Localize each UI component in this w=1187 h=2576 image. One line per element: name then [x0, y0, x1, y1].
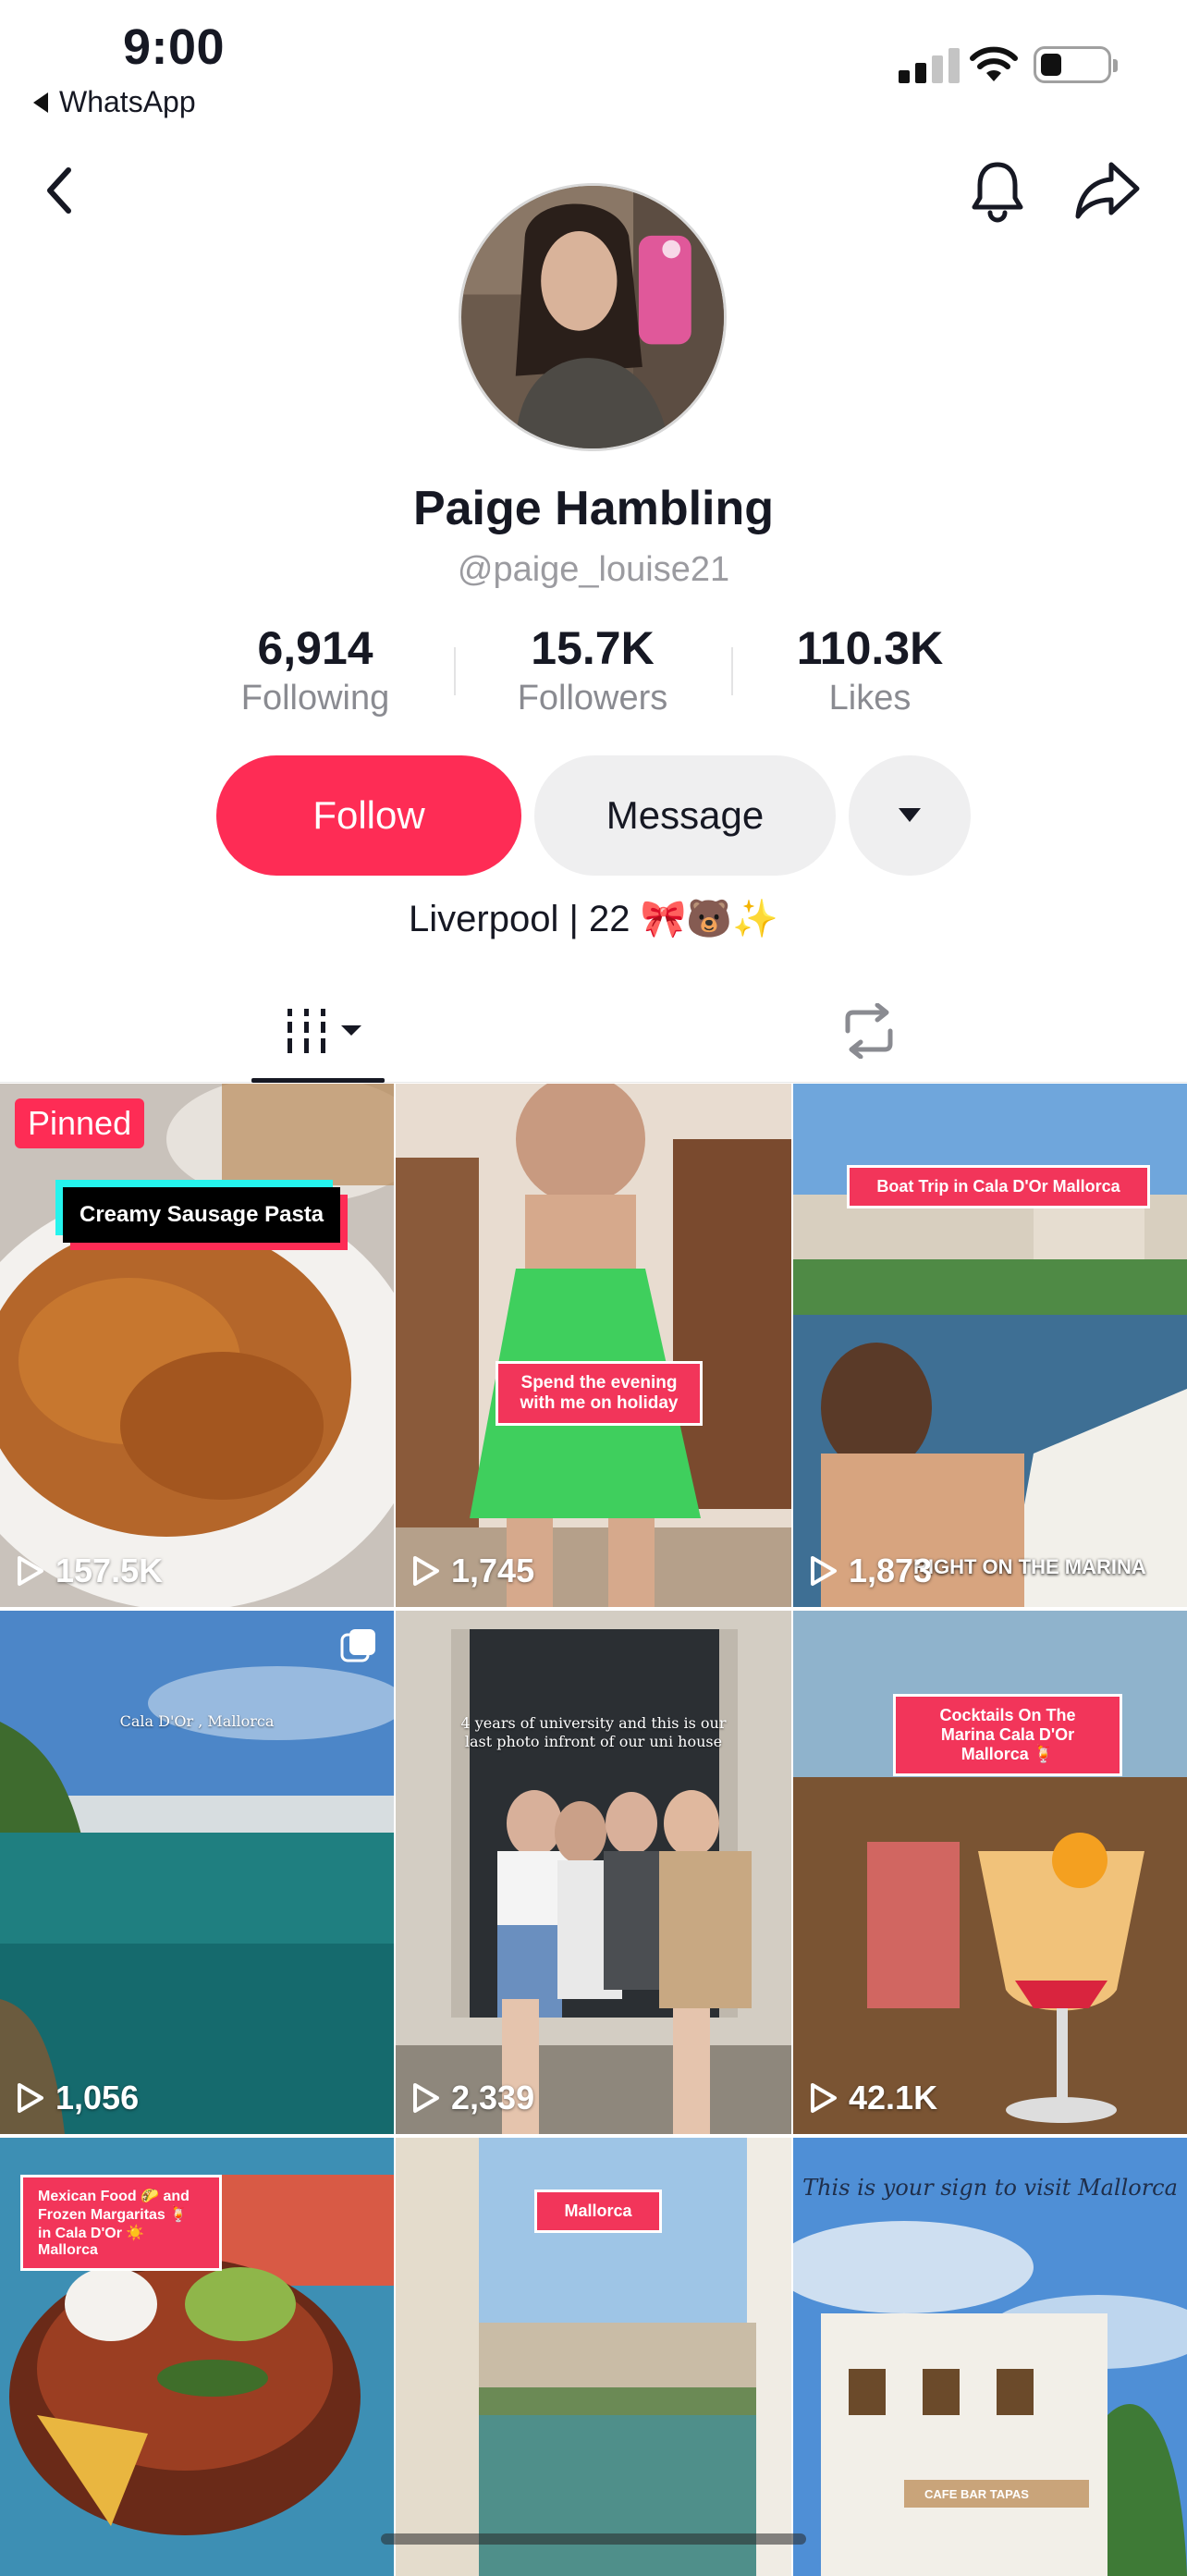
- video-caption: Mallorca: [534, 2190, 662, 2233]
- tabs-divider: [0, 1082, 1187, 1083]
- video-thumbnail[interactable]: 4 years of university and this is our la…: [396, 1611, 791, 2134]
- back-to-app-link[interactable]: WhatsApp: [33, 85, 196, 119]
- following-count: 6,914: [257, 622, 373, 674]
- stat-following[interactable]: 6,914 Following: [204, 621, 426, 718]
- home-indicator: [381, 2533, 806, 2545]
- play-icon: [413, 2083, 439, 2113]
- green-dress-thumbnail-image: [396, 1084, 791, 1607]
- caret-down-icon: [899, 808, 921, 822]
- video-caption: 4 years of university and this is our la…: [460, 1714, 727, 1750]
- view-count-text: 42.1K: [849, 2079, 938, 2116]
- back-app-label: WhatsApp: [59, 85, 196, 118]
- following-label: Following: [240, 679, 390, 718]
- video-thumbnail[interactable]: Mallorca: [396, 2138, 791, 2576]
- view-count-text: 157.5K: [55, 1552, 164, 1589]
- cafe-sign-text: CAFE BAR TAPAS: [924, 2487, 1029, 2501]
- message-button[interactable]: Message: [534, 755, 836, 876]
- back-triangle-icon: [33, 92, 48, 113]
- video-caption: Boat Trip in Cala D'Or Mallorca: [847, 1165, 1150, 1208]
- view-count-text: 1,745: [451, 1552, 535, 1589]
- video-caption: Cocktails On The Marina Cala D'Or Mallor…: [893, 1694, 1122, 1776]
- view-count: 42.1K: [808, 2079, 937, 2117]
- tab-reposts[interactable]: [832, 999, 906, 1063]
- boat-trip-thumbnail-image: [793, 1084, 1187, 1607]
- stat-followers[interactable]: 15.7K Followers: [482, 621, 704, 718]
- play-icon: [18, 1556, 43, 1586]
- visit-mallorca-thumbnail-image: [793, 2138, 1187, 2576]
- video-caption: Cala D'Or , Mallorca: [119, 1712, 275, 1730]
- video-thumbnail[interactable]: Cocktails On The Marina Cala D'Or Mallor…: [793, 1611, 1187, 2134]
- video-thumbnail[interactable]: Boat Trip in Cala D'Or Mallorca RIGHT ON…: [793, 1084, 1187, 1607]
- video-thumbnail[interactable]: Pinned Creamy Sausage Pasta 157.5K: [0, 1084, 394, 1607]
- stat-likes[interactable]: 110.3K Likes: [759, 621, 981, 718]
- profile-bio: Liverpool | 22 🎀🐻✨: [409, 899, 778, 939]
- likes-count: 110.3K: [796, 622, 944, 674]
- pinned-badge: Pinned: [15, 1098, 145, 1148]
- view-count: 2,339: [410, 2079, 534, 2117]
- photo-carousel-icon: [340, 1629, 375, 1662]
- play-icon: [811, 1556, 837, 1586]
- view-count: 1,056: [15, 2079, 139, 2117]
- view-count-text: 1,056: [55, 2079, 140, 2116]
- battery-icon: [1034, 46, 1118, 83]
- friends-thumbnail-image: [396, 1611, 791, 2134]
- video-thumbnail[interactable]: This is your sign to visit Mallorca CAFE…: [793, 2138, 1187, 2576]
- repost-icon: [845, 1003, 893, 1059]
- share-icon[interactable]: [1072, 159, 1143, 222]
- tab-videos[interactable]: [277, 999, 370, 1063]
- view-count: 1,873: [808, 1552, 932, 1590]
- follow-button[interactable]: Follow: [216, 755, 521, 876]
- view-count: 157.5K: [15, 1552, 163, 1590]
- avatar[interactable]: [459, 183, 727, 451]
- view-count-text: 2,339: [451, 2079, 535, 2116]
- view-count: 1,745: [410, 1552, 534, 1590]
- profile-name: Paige Hambling: [412, 482, 775, 535]
- video-grid-icon: [288, 1009, 361, 1053]
- cellular-signal-icon: [899, 48, 960, 83]
- back-arrow-icon[interactable]: [37, 163, 83, 218]
- pasta-thumbnail-image: [0, 1084, 394, 1607]
- suggested-accounts-button[interactable]: [849, 755, 971, 876]
- wifi-icon: [970, 46, 1018, 81]
- video-caption: This is your sign to visit Mallorca: [802, 2175, 1178, 2201]
- video-thumbnail[interactable]: Cala D'Or , Mallorca 1,056: [0, 1611, 394, 2134]
- play-icon: [18, 2083, 43, 2113]
- profile-handle: @paige_louise21: [457, 550, 730, 589]
- video-thumbnail[interactable]: Mexican Food 🌮 and Frozen Margaritas 🍹 i…: [0, 2138, 394, 2576]
- video-overlay-text: RIGHT ON THE MARINA: [913, 1555, 1146, 1578]
- active-tab-indicator: [251, 1078, 385, 1083]
- status-time: 9:00: [123, 19, 226, 75]
- video-caption: Spend the evening with me on holiday: [496, 1361, 703, 1426]
- bell-icon[interactable]: [967, 157, 1028, 224]
- likes-label: Likes: [828, 679, 912, 718]
- play-icon: [811, 2083, 837, 2113]
- video-grid: Pinned Creamy Sausage Pasta 157.5K Spend…: [0, 1084, 1187, 2576]
- play-icon: [413, 1556, 439, 1586]
- coast-thumbnail-image: [0, 1611, 394, 2134]
- view-count-text: 1,873: [849, 1552, 933, 1589]
- video-caption: Creamy Sausage Pasta: [63, 1187, 341, 1243]
- video-caption: Mexican Food 🌮 and Frozen Margaritas 🍹 i…: [20, 2175, 222, 2271]
- stat-divider: [731, 647, 733, 695]
- stat-divider: [454, 647, 456, 695]
- followers-label: Followers: [517, 679, 668, 718]
- followers-count: 15.7K: [531, 622, 655, 674]
- cocktails-thumbnail-image: [793, 1611, 1187, 2134]
- video-thumbnail[interactable]: Spend the evening with me on holiday 1,7…: [396, 1084, 791, 1607]
